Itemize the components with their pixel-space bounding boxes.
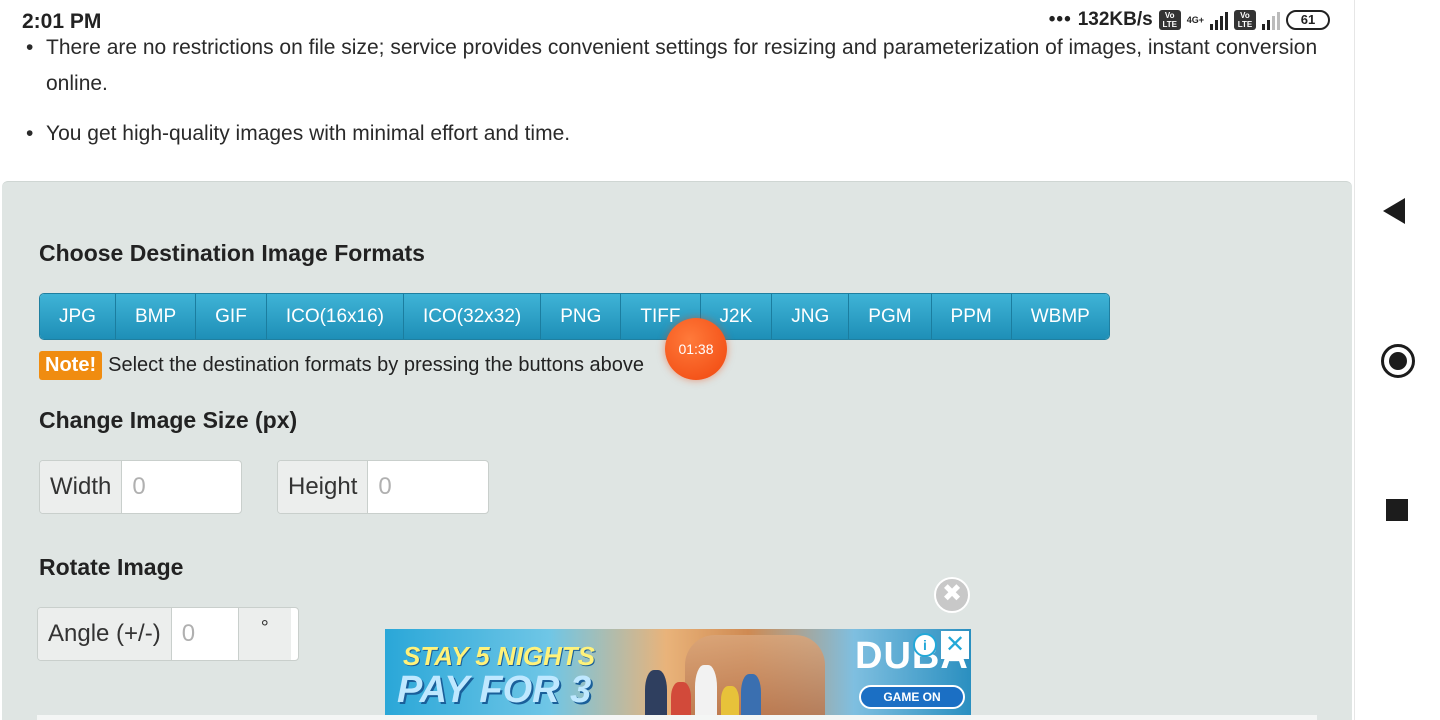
- volte-icon: Vo LTE: [1158, 10, 1181, 30]
- format-button-pgm[interactable]: PGM: [849, 294, 932, 339]
- format-button-group: JPG BMP GIF ICO(16x16) ICO(32x32) PNG TI…: [39, 293, 1110, 340]
- ad-headline: STAY 5 NIGHTS: [403, 641, 596, 671]
- format-button-ico16[interactable]: ICO(16x16): [266, 294, 405, 339]
- volte-icon: Vo LTE: [1234, 10, 1256, 30]
- formats-title: Choose Destination Image Formats: [39, 240, 425, 266]
- format-button-wbmp[interactable]: WBMP: [1011, 294, 1109, 339]
- height-input-group: Height: [277, 460, 489, 514]
- ad-info-icon[interactable]: i: [913, 633, 937, 657]
- format-button-jpg[interactable]: JPG: [40, 294, 116, 339]
- status-indicators: ••• 132KB/s Vo LTE 4G+ Vo LTE 61: [1049, 9, 1330, 31]
- format-button-jng[interactable]: JNG: [772, 294, 850, 339]
- degree-unit: °: [237, 608, 291, 660]
- android-nav-bar: [1354, 0, 1440, 720]
- network-speed: 132KB/s: [1077, 9, 1153, 30]
- rotate-title: Rotate Image: [39, 554, 184, 580]
- recents-icon[interactable]: [1386, 499, 1408, 521]
- width-input[interactable]: [122, 461, 233, 513]
- list-item: There are no restrictions on file size; …: [26, 30, 1336, 102]
- ad-close-icon[interactable]: ✕: [941, 631, 969, 659]
- notification-dots: •••: [1048, 9, 1072, 30]
- signal-icon: [1262, 10, 1280, 30]
- home-icon[interactable]: [1381, 344, 1415, 378]
- format-button-png[interactable]: PNG: [541, 294, 622, 339]
- note-row: Note! Select the destination formats by …: [39, 351, 644, 380]
- angle-input[interactable]: [171, 608, 238, 660]
- angle-label: Angle (+/-): [38, 608, 172, 660]
- format-button-ppm[interactable]: PPM: [931, 294, 1012, 339]
- feature-list: There are no restrictions on file size; …: [26, 30, 1336, 166]
- height-input[interactable]: [368, 461, 481, 513]
- back-icon[interactable]: [1383, 198, 1405, 224]
- list-item: You get high-quality images with minimal…: [26, 116, 1336, 152]
- battery-icon: 61: [1286, 10, 1330, 30]
- width-input-group: Width: [39, 460, 242, 514]
- note-badge: Note!: [39, 351, 103, 380]
- next-section-edge: [37, 715, 1317, 720]
- ad-subheadline: PAY FOR 3: [397, 669, 592, 711]
- signal-icon: [1210, 10, 1228, 30]
- recording-timer-badge[interactable]: 01:38: [665, 318, 727, 380]
- width-label: Width: [40, 461, 123, 513]
- format-button-bmp[interactable]: BMP: [115, 294, 197, 339]
- ad-people-image: [635, 657, 765, 720]
- size-title: Change Image Size (px): [39, 407, 298, 433]
- format-button-gif[interactable]: GIF: [196, 294, 267, 339]
- note-text: Select the destination formats by pressi…: [108, 354, 644, 376]
- ad-cta-button[interactable]: GAME ON: [859, 685, 965, 709]
- format-button-ico32[interactable]: ICO(32x32): [404, 294, 542, 339]
- ad-banner[interactable]: STAY 5 NIGHTS PAY FOR 3 DUBAI GAME ON i …: [385, 629, 971, 720]
- ad-dismiss-icon[interactable]: ✖: [934, 577, 970, 613]
- height-label: Height: [278, 461, 369, 513]
- network-type: 4G+: [1186, 14, 1204, 25]
- angle-input-group: Angle (+/-) °: [37, 607, 299, 661]
